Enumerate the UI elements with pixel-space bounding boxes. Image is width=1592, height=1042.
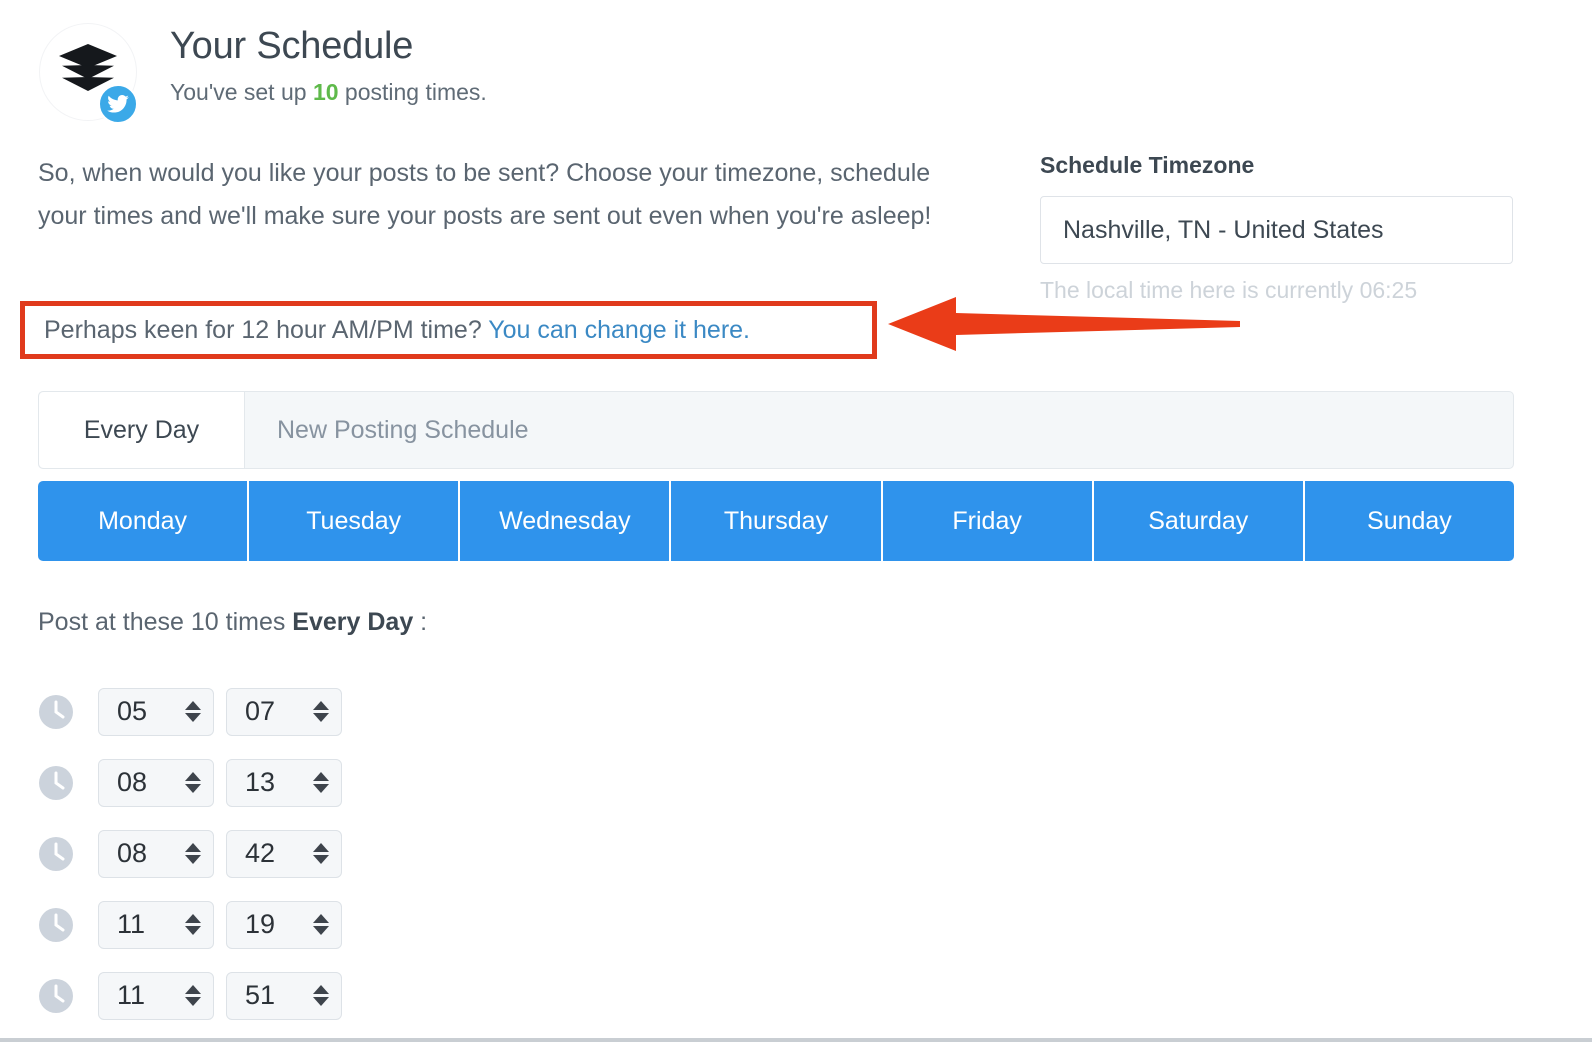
minute-stepper[interactable]: 19 [226, 900, 342, 949]
time-row: 11 19 [38, 889, 354, 960]
chevron-down-icon[interactable] [313, 926, 329, 935]
hour-stepper[interactable]: 08 [98, 829, 214, 878]
minute-value: 42 [245, 838, 276, 868]
chevron-down-icon[interactable] [185, 997, 201, 1006]
timezone-label: Schedule Timezone [1040, 152, 1255, 178]
change-time-format-link[interactable]: You can change it here. [488, 316, 750, 344]
minute-value: 07 [245, 696, 276, 726]
chevron-down-icon[interactable] [313, 997, 329, 1006]
hour-stepper[interactable]: 08 [98, 758, 214, 807]
subtitle-suffix: posting times. [338, 78, 487, 105]
chevron-down-icon[interactable] [185, 926, 201, 935]
tab-new-posting-schedule[interactable]: New Posting Schedule [245, 392, 1513, 468]
chevron-down-icon[interactable] [185, 855, 201, 864]
post-at-prefix: Post at these 10 times [38, 608, 293, 636]
stepper-arrows-icon[interactable] [185, 701, 201, 722]
time-row: 08 13 [38, 747, 354, 818]
stepper-arrows-icon[interactable] [313, 843, 329, 864]
tab-every-day[interactable]: Every Day [39, 392, 245, 468]
clock-icon [39, 694, 73, 729]
callout-prefix: Perhaps keen for 12 hour AM/PM time? [44, 315, 489, 344]
day-button-wednesday[interactable]: Wednesday [460, 481, 672, 561]
hour-value: 11 [117, 980, 146, 1010]
stepper-arrows-icon[interactable] [313, 701, 329, 722]
day-button-sunday[interactable]: Sunday [1304, 481, 1514, 561]
stepper-arrows-icon[interactable] [313, 985, 329, 1006]
stepper-arrows-icon[interactable] [185, 985, 201, 1006]
chevron-up-icon[interactable] [185, 985, 201, 994]
chevron-up-icon[interactable] [313, 701, 329, 710]
time-row: 05 07 [38, 676, 354, 747]
post-at-suffix: : [413, 608, 428, 636]
day-button-friday[interactable]: Friday [882, 481, 1094, 561]
stepper-arrows-icon[interactable] [185, 772, 201, 793]
stepper-arrows-icon[interactable] [313, 914, 329, 935]
day-button-monday[interactable]: Monday [38, 481, 250, 561]
clock-icon [39, 765, 73, 800]
hour-value: 05 [117, 696, 148, 726]
posting-times-list: 05 07 08 13 08 42 11 19 11 51 [38, 676, 354, 1031]
minute-value: 51 [245, 980, 276, 1010]
day-button-saturday[interactable]: Saturday [1093, 481, 1305, 561]
chevron-up-icon[interactable] [313, 843, 329, 852]
timezone-input[interactable] [1040, 196, 1513, 264]
chevron-up-icon[interactable] [185, 843, 201, 852]
minute-stepper[interactable]: 51 [226, 971, 342, 1020]
day-button-thursday[interactable]: Thursday [671, 481, 883, 561]
twitter-bird-icon [98, 84, 138, 124]
day-selector-bar: Monday Tuesday Wednesday Thursday Friday… [38, 481, 1514, 561]
time-row: 11 51 [38, 960, 354, 1031]
schedule-page: Your Schedule You've set up 10 posting t… [0, 0, 1592, 1042]
stepper-arrows-icon[interactable] [185, 914, 201, 935]
clock-icon [39, 907, 73, 942]
hour-stepper[interactable]: 05 [98, 687, 214, 736]
page-title: Your Schedule [170, 25, 414, 67]
twelve-hour-callout-box: Perhaps keen for 12 hour AM/PM time? You… [20, 301, 877, 359]
callout-text: Perhaps keen for 12 hour AM/PM time? You… [25, 316, 750, 345]
clock-icon [39, 836, 73, 871]
posting-times-count: 10 [312, 78, 339, 105]
chevron-up-icon[interactable] [185, 914, 201, 923]
intro-paragraph: So, when would you like your posts to be… [38, 159, 932, 230]
minute-stepper[interactable]: 07 [226, 687, 342, 736]
hour-stepper[interactable]: 11 [98, 900, 214, 949]
time-row: 08 42 [38, 818, 354, 889]
day-button-tuesday[interactable]: Tuesday [249, 481, 461, 561]
page-bottom-edge [0, 1038, 1592, 1042]
hour-stepper[interactable]: 11 [98, 971, 214, 1020]
hour-value: 08 [117, 767, 148, 797]
avatar [38, 22, 138, 124]
chevron-down-icon[interactable] [313, 784, 329, 793]
minute-value: 13 [245, 767, 276, 797]
local-time-hint: The local time here is currently 06:25 [1040, 277, 1418, 303]
schedule-tabs: Every Day New Posting Schedule [38, 391, 1514, 469]
header-text-block: Your Schedule You've set up 10 posting t… [170, 22, 487, 106]
chevron-up-icon[interactable] [313, 985, 329, 994]
chevron-up-icon[interactable] [185, 772, 201, 781]
clock-icon [39, 978, 73, 1013]
chevron-up-icon[interactable] [185, 701, 201, 710]
minute-stepper[interactable]: 13 [226, 758, 342, 807]
stepper-arrows-icon[interactable] [185, 843, 201, 864]
chevron-up-icon[interactable] [313, 914, 329, 923]
stepper-arrows-icon[interactable] [313, 772, 329, 793]
page-header: Your Schedule You've set up 10 posting t… [38, 22, 487, 124]
subtitle-prefix: You've set up [170, 78, 313, 105]
minute-value: 19 [245, 909, 276, 939]
hour-value: 08 [117, 838, 148, 868]
chevron-down-icon[interactable] [185, 784, 201, 793]
chevron-down-icon[interactable] [313, 713, 329, 722]
hour-value: 11 [117, 909, 146, 939]
chevron-down-icon[interactable] [185, 713, 201, 722]
chevron-up-icon[interactable] [313, 772, 329, 781]
chevron-down-icon[interactable] [313, 855, 329, 864]
minute-stepper[interactable]: 42 [226, 829, 342, 878]
page-subtitle: You've set up 10 posting times. [170, 79, 487, 106]
post-at-emphasis: Every Day [292, 608, 414, 636]
post-at-heading: Post at these 10 times Every Day : [38, 608, 427, 637]
timezone-panel: Schedule Timezone The local time here is… [1040, 152, 1592, 304]
